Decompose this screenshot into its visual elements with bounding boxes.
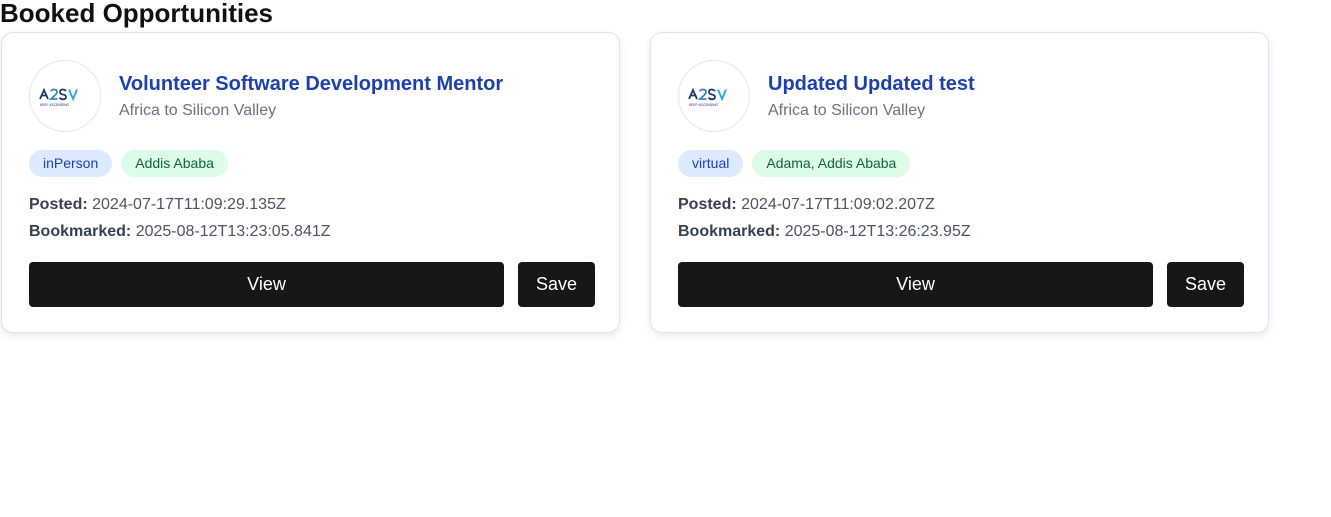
posted-value: 2024-07-17T11:09:29.135Z	[92, 196, 286, 213]
save-button[interactable]: Save	[518, 262, 595, 307]
posted-label: Posted:	[678, 196, 737, 213]
bookmarked-value: 2025-08-12T13:23:05.841Z	[135, 223, 331, 240]
opportunity-card: KEEP ASCENDING Updated Updated test Afri…	[650, 32, 1269, 333]
bookmarked-value: 2025-08-12T13:26:23.95Z	[784, 223, 971, 240]
posted-date: Posted: 2024-07-17T11:09:29.135Z	[29, 195, 286, 215]
view-button[interactable]: View	[29, 262, 504, 307]
posted-value: 2024-07-17T11:09:02.207Z	[741, 196, 935, 213]
posted-label: Posted:	[29, 196, 88, 213]
opportunity-title[interactable]: Updated Updated test	[768, 72, 975, 96]
tag-list: inPerson Addis Ababa	[29, 150, 228, 177]
bookmarked-label: Bookmarked:	[678, 223, 781, 240]
organization-name: Africa to Silicon Valley	[768, 102, 926, 119]
mode-tag: inPerson	[29, 150, 113, 177]
posted-date: Posted: 2024-07-17T11:09:02.207Z	[678, 195, 935, 215]
svg-text:KEEP ASCENDING: KEEP ASCENDING	[40, 103, 70, 107]
bookmarked-date: Bookmarked: 2025-08-12T13:26:23.95Z	[678, 222, 971, 242]
organization-name: Africa to Silicon Valley	[119, 102, 277, 119]
bookmarked-label: Bookmarked:	[29, 223, 132, 240]
tag-list: virtual Adama, Addis Ababa	[678, 150, 911, 177]
mode-tag: virtual	[678, 150, 744, 177]
view-button[interactable]: View	[678, 262, 1153, 307]
organization-logo: KEEP ASCENDING	[29, 60, 101, 132]
location-tag: Addis Ababa	[121, 150, 228, 177]
organization-logo: KEEP ASCENDING	[678, 60, 750, 132]
bookmarked-date: Bookmarked: 2025-08-12T13:23:05.841Z	[29, 222, 331, 242]
page-title: Booked Opportunities	[0, 0, 273, 28]
location-tag: Adama, Addis Ababa	[752, 150, 911, 177]
svg-text:KEEP ASCENDING: KEEP ASCENDING	[689, 103, 719, 107]
opportunity-title[interactable]: Volunteer Software Development Mentor	[119, 72, 503, 96]
opportunity-card: KEEP ASCENDING Volunteer Software Develo…	[1, 32, 620, 333]
save-button[interactable]: Save	[1167, 262, 1244, 307]
